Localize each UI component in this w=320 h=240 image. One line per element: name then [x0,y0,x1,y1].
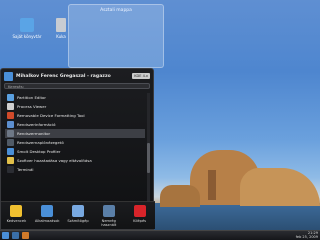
clock-date: feb 25, 2009 [295,234,318,239]
folder-view-title: Asztali mappa [100,8,132,13]
app-label: Terminál [17,167,34,172]
app-label: Removable Device Formatting Tool [17,113,85,118]
launcher-tab[interactable]: Kilépés [125,202,155,229]
launcher-tab[interactable]: Alkalmazások [32,202,62,229]
wallpaper-ruins [160,185,200,207]
app-item[interactable]: Partition Editor [5,93,145,102]
wallpaper-hill [240,168,320,206]
app-item[interactable]: Process Viewer [5,102,145,111]
trash-icon [56,18,66,32]
launcher-header: Mihalkov Ferenc Gregaszal - ragazzo KDE … [1,69,153,83]
app-item[interactable]: Rendszernaplónézegetõ [5,138,145,147]
app-item[interactable]: Rendszerinformáció [5,120,145,129]
kde-menu-icon[interactable] [2,232,9,239]
app-icon [7,166,14,173]
app-icon [7,112,14,119]
scrollbar-thumb[interactable] [147,143,150,173]
tab-icon [133,205,146,217]
app-list: Partition Editor Process Viewer Removable … [5,93,145,201]
search-input[interactable]: Keresés: [4,83,150,89]
app-icon [7,103,14,110]
app-icon [7,94,14,101]
kde-version-badge: KDE 4.x [132,73,150,79]
user-icon [4,71,13,81]
app-icon [7,121,14,128]
app-icon [7,139,14,146]
app-icon [7,130,14,137]
app-item[interactable]: Rendszermonitor [5,129,145,138]
user-name: Mihalkov Ferenc Gregaszal - ragazzo [16,73,111,79]
launcher-tab[interactable]: Számítógép [63,202,93,229]
app-item[interactable]: Smolt Desktop Profiler [5,147,145,156]
app-label: Rendszernaplónézegetõ [17,140,64,145]
app-label: Szoftver hozzáadása vagy eltávolítása [17,158,92,163]
app-item[interactable]: Szoftver hozzáadása vagy eltávolítása [5,156,145,165]
tab-label: Alkalmazások [34,219,60,223]
file-manager-icon[interactable] [12,232,19,239]
tab-label: Kilépés [133,219,147,223]
launcher-tab[interactable]: Kedvencek [1,202,31,229]
tab-icon [41,205,54,217]
taskbar: 21:29 feb 25, 2009 [0,230,320,240]
wallpaper-tower [208,170,216,200]
app-icon [7,148,14,155]
tab-icon [10,205,23,217]
kickoff-launcher: Mihalkov Ferenc Gregaszal - ragazzo KDE … [0,68,155,230]
tab-icon [102,205,115,217]
launcher-tab[interactable]: Nemrég használt [94,202,124,229]
clock: 21:29 feb 25, 2009 [295,231,318,239]
wallpaper-water [150,203,320,231]
app-icon [7,157,14,164]
tab-icon [71,205,84,217]
app-item[interactable]: Removable Device Formatting Tool [5,111,145,120]
tab-label: Kedvencek [6,219,27,223]
app-item[interactable]: Terminál [5,165,145,174]
app-label: Partition Editor [17,95,46,100]
app-list-scrollbar[interactable] [147,93,150,201]
tab-label: Nemrég használt [101,219,117,227]
tab-label: Számítógép [67,219,89,223]
app-label: Rendszermonitor [17,131,51,136]
launcher-tabs: Kedvencek Alkalmazások Számítógép Nemrég ha… [1,201,155,229]
folder-view-widget[interactable]: Asztali mappa [68,4,164,68]
browser-icon[interactable] [22,232,29,239]
app-label: Process Viewer [17,104,47,109]
app-label: Smolt Desktop Profiler [17,149,61,154]
app-label: Rendszerinformáció [17,122,56,127]
home-folder-icon [20,18,34,32]
desktop-icon-home[interactable]: Saját könyvtár [10,18,44,39]
